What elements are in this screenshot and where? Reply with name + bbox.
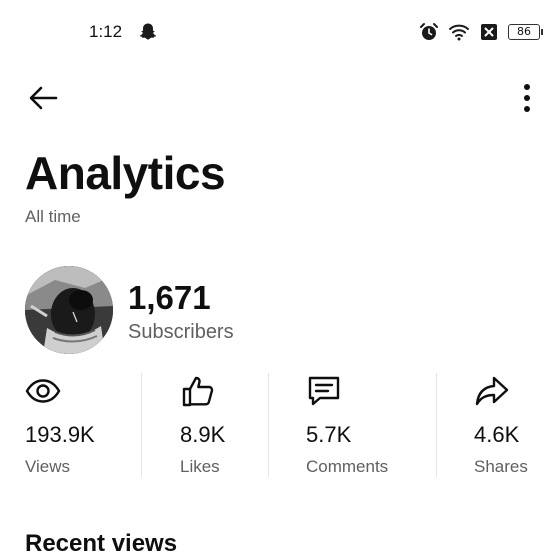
status-icons: 86 — [418, 21, 543, 43]
alarm-icon — [420, 23, 438, 40]
avatar-image — [25, 266, 113, 354]
stat-label: Likes — [180, 457, 220, 476]
stat-value: 8.9K — [180, 422, 226, 447]
stat-divider — [436, 373, 437, 477]
page-title: Analytics — [25, 147, 226, 199]
notification-x-icon — [481, 24, 497, 40]
subscriber-count: 1,671 — [128, 279, 211, 316]
battery-icon: 86 — [508, 24, 543, 40]
stat-value: 5.7K — [306, 422, 352, 447]
stat-divider — [268, 373, 269, 477]
wifi-icon — [449, 24, 469, 41]
status-bar: 1:12 86 — [0, 0, 560, 64]
stat-label: Comments — [306, 457, 389, 476]
stat-views[interactable]: 193.9K Views — [25, 370, 135, 478]
stat-likes[interactable]: 8.9K Likes — [180, 370, 260, 478]
stat-divider — [141, 373, 142, 477]
stat-value: 193.9K — [25, 422, 95, 447]
status-time: 1:12 — [89, 22, 123, 41]
stat-value: 4.6K — [474, 422, 520, 447]
page-subtitle: All time — [25, 207, 81, 226]
avatar[interactable] — [25, 266, 113, 354]
more-vertical-icon[interactable] — [512, 76, 542, 116]
snapchat-ghost-icon — [139, 23, 157, 40]
subscriber-label: Subscribers — [128, 321, 234, 343]
top-app-bar — [0, 70, 560, 118]
stats-row: 193.9K Views 8.9K Likes 5.7K Comments 4.… — [0, 370, 560, 480]
thumbs-up-icon — [182, 376, 214, 407]
stat-label: Shares — [474, 457, 528, 476]
eye-icon — [25, 379, 61, 403]
arrow-left-icon[interactable] — [24, 76, 64, 116]
stat-comments[interactable]: 5.7K Comments — [306, 370, 416, 478]
stat-label: Views — [25, 457, 71, 476]
comment-icon — [308, 376, 340, 406]
recent-views-heading: Recent views — [25, 530, 178, 557]
stat-shares[interactable]: 4.6K Shares — [474, 370, 554, 478]
share-icon — [475, 376, 509, 406]
